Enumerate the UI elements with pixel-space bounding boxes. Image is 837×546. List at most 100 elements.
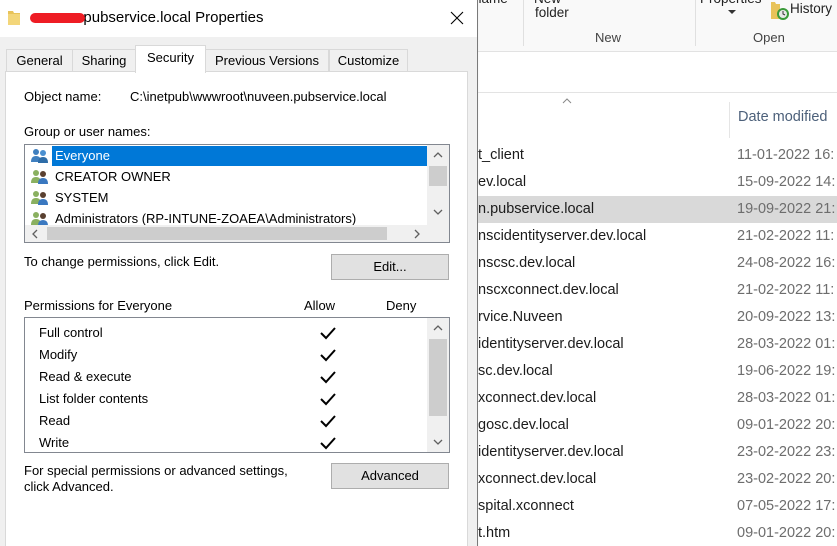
file-row[interactable]: sc.dev.local 19-06-2022 19: (470, 358, 837, 385)
file-row[interactable]: xconnect.dev.local 23-02-2022 20: (470, 466, 837, 493)
ribbon-history-button[interactable]: History (790, 1, 832, 16)
column-header: Date modified (470, 94, 837, 138)
permissions-list-items: Full control Modify Read & execute List fol… (25, 318, 427, 452)
file-row[interactable]: spital.xconnect 07-05-2022 17: (470, 493, 837, 520)
user-list-vertical-scrollbar[interactable] (427, 145, 449, 225)
scroll-left-icon[interactable] (25, 225, 45, 242)
file-row[interactable]: identityserver.dev.local 23-02-2022 23: (470, 439, 837, 466)
file-date-modified: 28-03-2022 01: (737, 336, 836, 352)
permissions-list[interactable]: Full control Modify Read & execute List fol… (24, 317, 450, 453)
user-list[interactable]: Everyone CREATOR OWNER SYSTEM Administrator… (24, 144, 450, 243)
file-name: nscxconnect.dev.local (478, 282, 619, 298)
file-date-modified: 07-05-2022 17: (737, 498, 836, 514)
edit-button[interactable]: Edit... (331, 254, 449, 280)
scroll-up-icon[interactable] (427, 318, 449, 338)
tab-security[interactable]: Security (135, 45, 206, 73)
permission-name: Read (39, 413, 71, 428)
file-date-modified: 28-03-2022 01: (737, 390, 836, 406)
tab-sharing[interactable]: Sharing (72, 49, 136, 73)
permission-row: List folder contents (39, 388, 427, 410)
user-list-item[interactable]: Everyone (29, 146, 427, 166)
allow-checkmark-icon (320, 415, 336, 428)
file-name: t.htm (478, 525, 511, 541)
permission-row: Read & execute (39, 366, 427, 388)
file-row[interactable]: nscidentityserver.dev.local 21-02-2022 11… (470, 223, 837, 250)
history-icon (771, 2, 789, 20)
file-date-modified: 21-02-2022 11: (737, 282, 835, 298)
users-group-icon (31, 212, 48, 225)
permission-name: Write (39, 435, 70, 450)
user-list-item[interactable]: SYSTEM (29, 188, 427, 208)
ribbon-properties-button[interactable]: Properties (700, 0, 762, 6)
allow-checkmark-icon (320, 437, 336, 450)
advanced-button[interactable]: Advanced (331, 463, 449, 489)
title-bar[interactable]: nuveen.pubservice.local Properties (0, 0, 477, 37)
file-date-modified: 20-09-2022 13: (737, 309, 836, 325)
file-date-modified: 24-08-2022 16: (737, 255, 836, 271)
sort-ascending-icon[interactable] (562, 96, 572, 106)
user-list-horizontal-scrollbar[interactable] (25, 225, 427, 242)
file-row[interactable]: n.pubservice.local 19-09-2022 21: (470, 196, 837, 223)
file-row[interactable]: gosc.dev.local 09-01-2022 20: (470, 412, 837, 439)
ribbon-new-folder-button[interactable]: folder (535, 5, 569, 20)
tab-customize[interactable]: Customize (329, 49, 408, 73)
file-row[interactable]: rvice.Nuveen 20-09-2022 13: (470, 304, 837, 331)
scroll-right-icon[interactable] (407, 225, 427, 242)
user-name: CREATOR OWNER (55, 169, 171, 184)
scroll-thumb[interactable] (429, 166, 447, 186)
tab-general[interactable]: General (6, 49, 73, 73)
users-group-icon (31, 191, 48, 205)
column-separator[interactable] (729, 102, 730, 138)
allow-checkmark-icon (320, 393, 336, 406)
permission-row: Full control (39, 322, 427, 344)
file-list: t_client 11-01-2022 16: ev.local 15-09-2022… (470, 142, 837, 546)
file-date-modified: 23-02-2022 23: (737, 444, 836, 460)
file-name: t_client (478, 147, 524, 163)
scroll-thumb[interactable] (429, 339, 447, 416)
file-name: ev.local (478, 174, 527, 190)
permission-row: Read (39, 410, 427, 432)
permission-row: Modify (39, 344, 427, 366)
advanced-hint-line1: For special permissions or advanced sett… (24, 463, 288, 478)
file-row[interactable]: identityserver.dev.local 28-03-2022 01: (470, 331, 837, 358)
redaction-mark (30, 13, 85, 23)
user-list-item[interactable]: Administrators (RP-INTUNE-ZOAEA\Administ… (29, 209, 427, 225)
permission-row: Write (39, 432, 427, 452)
user-list-item[interactable]: CREATOR OWNER (29, 167, 427, 187)
file-date-modified: 09-01-2022 20: (737, 417, 836, 433)
ribbon-group-open-label: Open (753, 30, 785, 45)
allow-checkmark-icon (320, 371, 336, 384)
properties-dropdown-icon[interactable] (728, 10, 736, 15)
file-name: gosc.dev.local (478, 417, 569, 433)
file-row[interactable]: t.htm 09-01-2022 20: (470, 520, 837, 546)
file-row[interactable]: nscsc.dev.local 24-08-2022 16: (470, 250, 837, 277)
tab-previous-versions[interactable]: Previous Versions (205, 49, 329, 73)
file-date-modified: 09-01-2022 20: (737, 525, 836, 541)
file-name: nscidentityserver.dev.local (478, 228, 647, 244)
file-row[interactable]: xconnect.dev.local 28-03-2022 01: (470, 385, 837, 412)
folder-icon (8, 11, 20, 25)
scroll-up-icon[interactable] (427, 145, 449, 165)
object-name-label: Object name: (24, 89, 102, 104)
file-row[interactable]: ev.local 15-09-2022 14: (470, 169, 837, 196)
permission-name: Modify (39, 347, 78, 362)
scroll-down-icon[interactable] (427, 202, 449, 222)
file-row[interactable]: t_client 11-01-2022 16: (470, 142, 837, 169)
file-name: xconnect.dev.local (478, 471, 597, 487)
permission-name: List folder contents (39, 391, 149, 406)
permissions-vertical-scrollbar[interactable] (427, 318, 449, 452)
file-name: identityserver.dev.local (478, 336, 624, 352)
change-permissions-hint: To change permissions, click Edit. (24, 254, 220, 269)
advanced-hint-line2: click Advanced. (24, 479, 114, 494)
column-date-modified[interactable]: Date modified (738, 109, 827, 125)
ribbon-separator (523, 0, 524, 46)
scroll-down-icon[interactable] (427, 432, 449, 452)
file-row[interactable]: nscxconnect.dev.local 21-02-2022 11: (470, 277, 837, 304)
file-date-modified: 21-02-2022 11: (737, 228, 835, 244)
user-name: Administrators (RP-INTUNE-ZOAEA\Administ… (55, 211, 357, 225)
close-icon[interactable] (440, 4, 474, 32)
properties-dialog: nuveen.pubservice.local Properties Gener… (0, 0, 478, 546)
scroll-thumb[interactable] (47, 227, 387, 240)
file-date-modified: 15-09-2022 14: (737, 174, 836, 190)
file-date-modified: 19-06-2022 19: (737, 363, 836, 379)
